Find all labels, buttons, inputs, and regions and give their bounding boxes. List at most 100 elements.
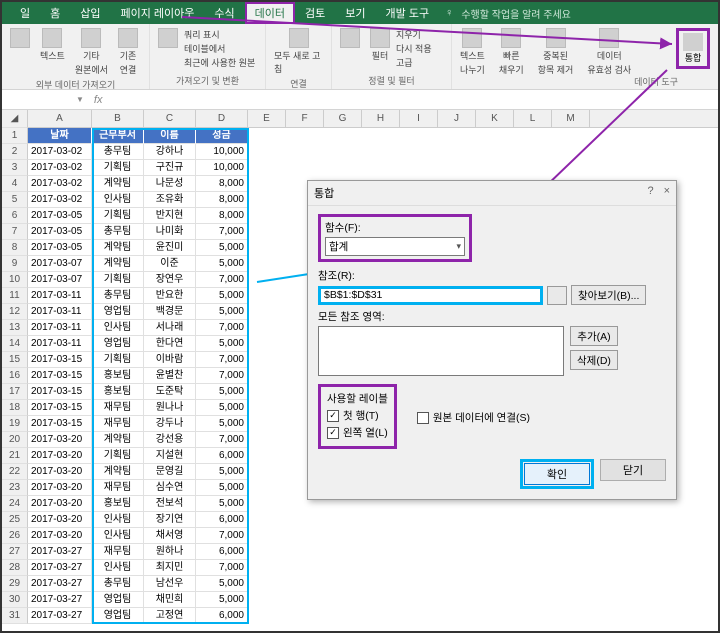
row-header[interactable]: 8 <box>2 240 28 256</box>
row-header[interactable]: 22 <box>2 464 28 480</box>
table-cell[interactable]: 재무팀 <box>92 544 144 560</box>
left-col-checkbox[interactable]: ✓왼쪽 열(L) <box>327 425 388 440</box>
table-cell[interactable]: 5,000 <box>196 592 248 608</box>
tell-me-box[interactable]: 수행할 작업을 알려 주세요 <box>461 6 571 21</box>
tab-data[interactable]: 데이터 <box>245 2 295 24</box>
help-icon[interactable]: ? <box>647 185 653 201</box>
row-header[interactable]: 26 <box>2 528 28 544</box>
col-header[interactable]: M <box>552 110 590 127</box>
table-cell[interactable]: 5,000 <box>196 464 248 480</box>
all-refs-list[interactable] <box>318 326 564 376</box>
table-cell[interactable]: 인사팀 <box>92 528 144 544</box>
table-cell[interactable]: 원하나 <box>144 544 196 560</box>
top-row-checkbox[interactable]: ✓첫 행(T) <box>327 408 388 423</box>
range-picker-icon[interactable] <box>547 286 567 305</box>
table-cell[interactable]: 10,000 <box>196 144 248 160</box>
row-header[interactable]: 6 <box>2 208 28 224</box>
row-header[interactable]: 30 <box>2 592 28 608</box>
tab-page-layout[interactable]: 페이지 레이아웃 <box>111 2 205 24</box>
table-cell[interactable]: 2017-03-15 <box>28 368 92 384</box>
btn-sort-asc[interactable] <box>336 26 364 50</box>
row-header[interactable]: 14 <box>2 336 28 352</box>
btn-from-table[interactable]: 테이블에서 <box>184 42 255 55</box>
col-header[interactable]: F <box>286 110 324 127</box>
table-cell[interactable]: 전보석 <box>144 496 196 512</box>
table-cell[interactable]: 7,000 <box>196 432 248 448</box>
table-cell[interactable]: 2017-03-11 <box>28 320 92 336</box>
row-header[interactable]: 11 <box>2 288 28 304</box>
table-cell[interactable]: 2017-03-20 <box>28 448 92 464</box>
col-header[interactable]: H <box>362 110 400 127</box>
col-header[interactable]: D <box>196 110 248 127</box>
row-header[interactable]: 15 <box>2 352 28 368</box>
table-header[interactable]: 날짜 <box>28 128 92 144</box>
row-header[interactable]: 25 <box>2 512 28 528</box>
table-cell[interactable]: 5,000 <box>196 496 248 512</box>
col-header[interactable]: E <box>248 110 286 127</box>
table-cell[interactable]: 2017-03-05 <box>28 208 92 224</box>
table-cell[interactable]: 반요한 <box>144 288 196 304</box>
col-header[interactable]: A <box>28 110 92 127</box>
table-cell[interactable]: 5,000 <box>196 288 248 304</box>
browse-button[interactable]: 찾아보기(B)... <box>571 285 646 305</box>
table-cell[interactable]: 2017-03-02 <box>28 192 92 208</box>
table-cell[interactable]: 2017-03-02 <box>28 144 92 160</box>
col-header[interactable]: B <box>92 110 144 127</box>
table-cell[interactable]: 계약팀 <box>92 432 144 448</box>
table-cell[interactable]: 2017-03-05 <box>28 240 92 256</box>
table-cell[interactable]: 계약팀 <box>92 464 144 480</box>
table-cell[interactable]: 5,000 <box>196 336 248 352</box>
btn-flash-fill[interactable]: 빠른채우기 <box>495 26 528 78</box>
table-header[interactable]: 근무부서 <box>92 128 144 144</box>
table-cell[interactable]: 2017-03-27 <box>28 576 92 592</box>
table-cell[interactable]: 2017-03-15 <box>28 400 92 416</box>
table-cell[interactable]: 2017-03-20 <box>28 432 92 448</box>
row-header[interactable]: 31 <box>2 608 28 624</box>
row-header[interactable]: 16 <box>2 368 28 384</box>
row-header[interactable]: 12 <box>2 304 28 320</box>
table-cell[interactable]: 윤별찬 <box>144 368 196 384</box>
row-header[interactable]: 17 <box>2 384 28 400</box>
btn-show-queries[interactable]: 쿼리 표시 <box>184 28 255 41</box>
table-cell[interactable]: 기획팀 <box>92 160 144 176</box>
table-cell[interactable]: 5,000 <box>196 416 248 432</box>
table-cell[interactable]: 인사팀 <box>92 192 144 208</box>
table-cell[interactable]: 7,000 <box>196 224 248 240</box>
table-cell[interactable]: 지설현 <box>144 448 196 464</box>
tab-insert[interactable]: 삽입 <box>70 2 110 24</box>
btn-text-to-columns[interactable]: 텍스트나누기 <box>456 26 489 78</box>
table-cell[interactable]: 도준탁 <box>144 384 196 400</box>
table-cell[interactable]: 8,000 <box>196 192 248 208</box>
table-cell[interactable]: 8,000 <box>196 208 248 224</box>
row-header[interactable]: 28 <box>2 560 28 576</box>
table-cell[interactable]: 2017-03-07 <box>28 272 92 288</box>
table-header[interactable]: 성금 <box>196 128 248 144</box>
table-cell[interactable]: 홍보팀 <box>92 384 144 400</box>
tab-file[interactable]: 일 <box>10 2 40 24</box>
row-header[interactable]: 29 <box>2 576 28 592</box>
table-cell[interactable]: 재무팀 <box>92 480 144 496</box>
table-cell[interactable]: 이바람 <box>144 352 196 368</box>
table-cell[interactable]: 5,000 <box>196 304 248 320</box>
btn-data-validation[interactable]: 데이터유효성 검사 <box>583 26 635 78</box>
btn-from-web[interactable]: 텍스트 <box>36 26 69 64</box>
table-cell[interactable]: 서나래 <box>144 320 196 336</box>
table-cell[interactable]: 고정연 <box>144 608 196 624</box>
table-cell[interactable]: 기획팀 <box>92 208 144 224</box>
table-cell[interactable]: 홍보팀 <box>92 368 144 384</box>
delete-button[interactable]: 삭제(D) <box>570 350 618 370</box>
row-header[interactable]: 19 <box>2 416 28 432</box>
table-cell[interactable]: 영업팀 <box>92 608 144 624</box>
table-cell[interactable]: 이준 <box>144 256 196 272</box>
cancel-button[interactable]: 닫기 <box>600 459 666 481</box>
row-header[interactable]: 5 <box>2 192 28 208</box>
function-combo[interactable]: 합계 ▾ <box>325 237 465 256</box>
col-header[interactable]: J <box>438 110 476 127</box>
table-cell[interactable]: 강두나 <box>144 416 196 432</box>
table-cell[interactable]: 10,000 <box>196 160 248 176</box>
close-icon[interactable]: × <box>664 185 670 201</box>
row-header[interactable]: 23 <box>2 480 28 496</box>
table-cell[interactable]: 2017-03-11 <box>28 288 92 304</box>
col-header[interactable]: C <box>144 110 196 127</box>
btn-filter[interactable]: 필터 <box>366 26 394 64</box>
